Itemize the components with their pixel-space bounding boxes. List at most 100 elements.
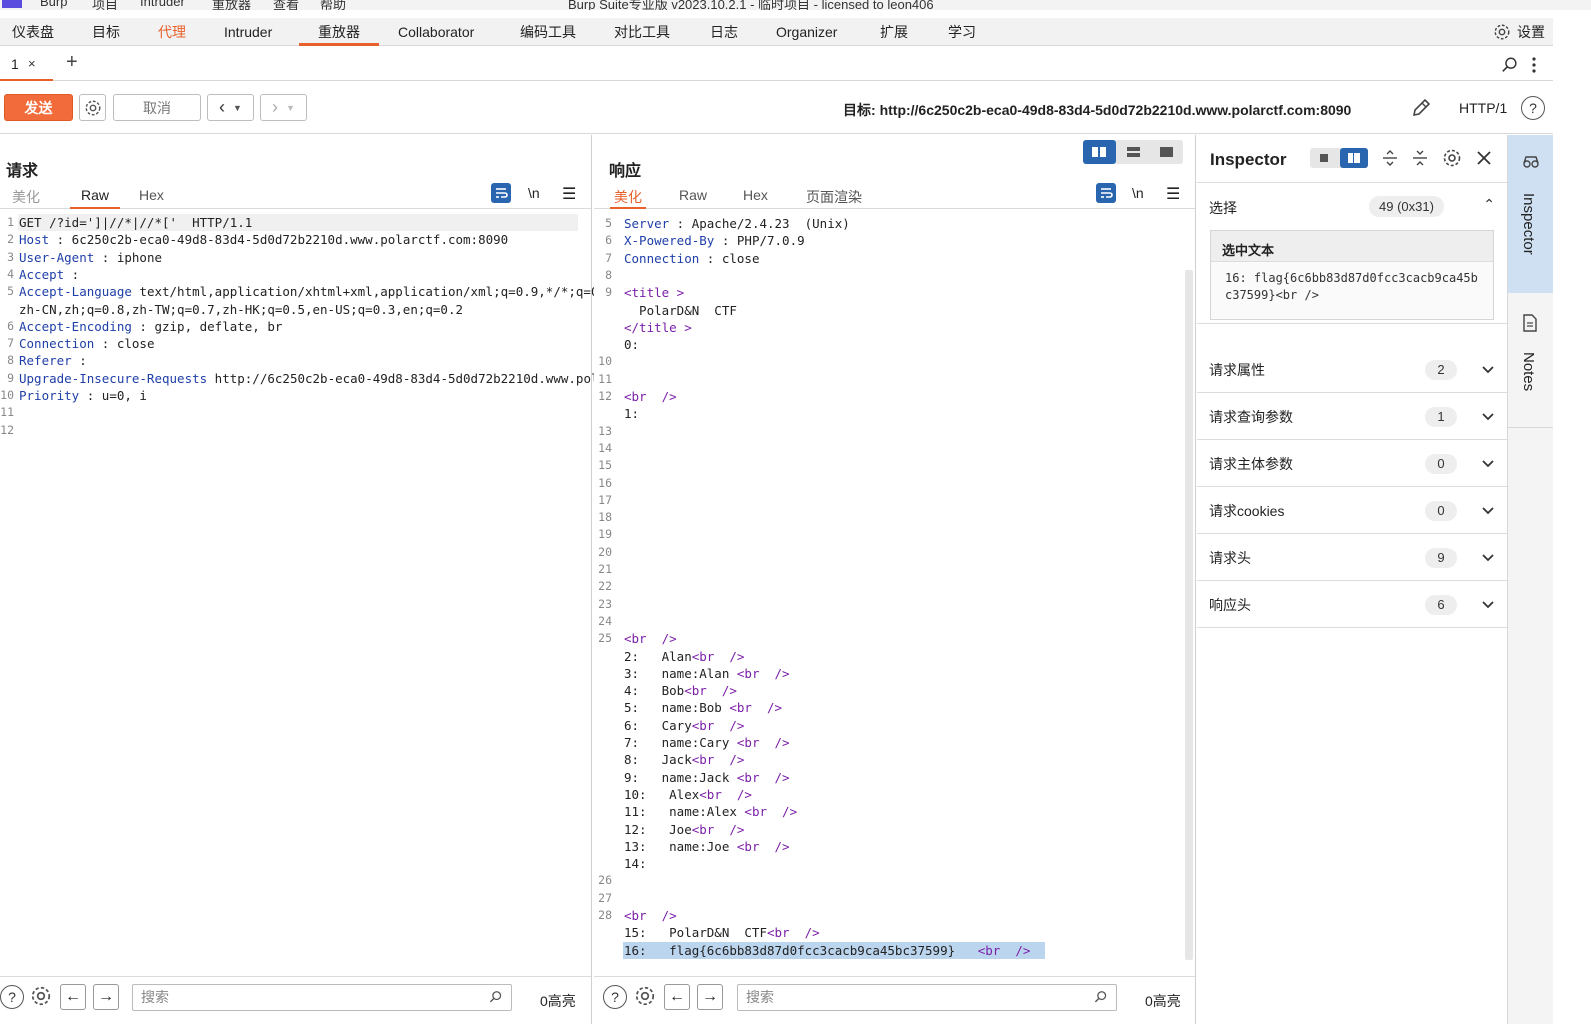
side-rail-inspector-tab[interactable]: Inspector <box>1508 135 1553 293</box>
show-newlines-button[interactable]: \n <box>1132 185 1144 201</box>
tab-learn[interactable]: 学习 <box>936 18 988 46</box>
tab-comparer[interactable]: 对比工具 <box>602 18 682 46</box>
send-button[interactable]: 发送 <box>4 94 73 121</box>
inspector-layout-right-icon[interactable] <box>1340 148 1368 168</box>
header-value: : iphone <box>94 249 162 265</box>
request-tab-pretty[interactable]: 美化 <box>8 187 44 209</box>
help-icon[interactable]: ? <box>1521 96 1545 120</box>
tab-repeater[interactable]: 重放器 <box>299 18 379 46</box>
close-icon[interactable]: × <box>28 56 36 71</box>
history-back-button[interactable]: ‹ ▼ <box>207 94 254 121</box>
code-line: 2: Alan<br /> <box>624 648 744 665</box>
help-icon[interactable]: ? <box>603 985 627 1009</box>
response-tab-render[interactable]: 页面渲染 <box>802 187 866 209</box>
settings-button[interactable]: 设置 <box>1493 18 1545 46</box>
layout-side-by-side-icon[interactable] <box>1083 140 1116 164</box>
response-tab-raw[interactable]: Raw <box>675 187 711 209</box>
title-menu-intruder[interactable]: Intruder <box>140 0 185 9</box>
line-number: 4 <box>7 266 14 281</box>
chevron-down-icon[interactable] <box>1481 503 1495 519</box>
more-vertical-icon[interactable] <box>1530 56 1538 74</box>
request-tab-raw[interactable]: Raw <box>70 187 120 209</box>
tab-logger[interactable]: 日志 <box>698 18 750 46</box>
inspector-layout-left-icon[interactable] <box>1312 150 1336 166</box>
menu-icon[interactable]: ☰ <box>562 184 576 204</box>
title-menu-burp[interactable]: Burp <box>40 0 67 9</box>
history-forward-button[interactable]: › ▼ <box>260 94 307 121</box>
response-tab-pretty[interactable]: 美化 <box>610 187 646 209</box>
tab-proxy[interactable]: 代理 <box>146 18 198 46</box>
line-number: 11 <box>0 405 14 420</box>
side-rail-notes-tab[interactable]: Notes <box>1508 294 1553 428</box>
line-number: 2 <box>7 232 14 247</box>
wrap-lines-icon[interactable] <box>491 183 511 203</box>
chevron-down-icon[interactable] <box>1481 409 1495 425</box>
response-tab-hex[interactable]: Hex <box>739 187 772 209</box>
cancel-button[interactable]: 取消 <box>113 94 201 121</box>
layout-tabs-icon[interactable] <box>1150 140 1183 164</box>
chevron-down-icon[interactable] <box>1481 597 1495 613</box>
html-tag: <br /> <box>691 752 745 768</box>
inspector-section-row[interactable]: 请求cookies 0 <box>1197 488 1507 534</box>
menu-icon[interactable]: ☰ <box>1166 184 1180 204</box>
search-prev-button[interactable]: ← <box>664 984 690 1010</box>
tab-extensions[interactable]: 扩展 <box>868 18 920 46</box>
layout-toggle <box>1083 140 1183 164</box>
response-search-input[interactable]: 搜索 <box>737 984 1117 1011</box>
title-menu-project[interactable]: 项目 <box>92 0 118 10</box>
side-rail-notes-label: Notes <box>1520 352 1537 392</box>
send-options-button[interactable] <box>79 94 106 121</box>
layout-stacked-icon[interactable] <box>1117 140 1150 164</box>
tab-collaborator[interactable]: Collaborator <box>386 18 486 46</box>
header-name: Host <box>19 232 50 248</box>
request-tab-hex[interactable]: Hex <box>135 187 168 209</box>
html-tag: </title > <box>624 319 692 335</box>
selected-text-area[interactable]: 16: flag{6c6bb83d87d0fcc3cacb9ca45bc3759… <box>1211 261 1493 319</box>
close-icon[interactable] <box>1476 150 1492 166</box>
search-icon <box>1094 991 1107 1003</box>
title-menu-help[interactable]: 帮助 <box>320 0 346 10</box>
search-next-button[interactable]: → <box>93 984 119 1010</box>
chevron-down-icon[interactable] <box>1481 362 1495 378</box>
help-icon[interactable]: ? <box>0 985 24 1009</box>
response-scrollbar[interactable] <box>1185 270 1193 960</box>
chevron-down-icon[interactable] <box>1481 456 1495 472</box>
html-tag: <br /> <box>624 631 677 647</box>
search-settings-button[interactable] <box>634 985 656 1010</box>
gear-icon[interactable] <box>1442 148 1462 168</box>
search-next-button[interactable]: → <box>697 984 723 1010</box>
search-settings-button[interactable] <box>30 985 52 1010</box>
expand-all-icon[interactable] <box>1381 149 1399 167</box>
selected-text-box: 选中文本 16: flag{6c6bb83d87d0fcc3cacb9ca45b… <box>1210 230 1494 320</box>
html-tag: <br /> <box>729 700 783 716</box>
tab-target[interactable]: 目标 <box>80 18 132 46</box>
title-menu-view[interactable]: 查看 <box>273 0 299 10</box>
inspector-section-row[interactable]: 请求头 9 <box>1197 535 1507 581</box>
chevron-up-icon[interactable]: ⌃ <box>1483 196 1495 213</box>
search-icon[interactable] <box>1501 56 1519 74</box>
collapse-all-icon[interactable] <box>1411 149 1429 167</box>
repeater-tab-1[interactable]: 1 × <box>0 47 53 81</box>
tab-dashboard[interactable]: 仪表盘 <box>0 18 66 46</box>
html-tag: <br /> <box>624 908 677 923</box>
title-menu-repeater[interactable]: 重放器 <box>212 0 251 10</box>
add-tab-icon[interactable]: + <box>66 51 78 74</box>
tab-decoder[interactable]: 编码工具 <box>508 18 588 46</box>
inspector-section-row[interactable]: 请求主体参数 0 <box>1197 441 1507 487</box>
line-number: 8 <box>7 353 14 368</box>
inspector-section-row[interactable]: 响应头 6 <box>1197 582 1507 628</box>
request-search-input[interactable]: 搜索 <box>132 984 512 1011</box>
burp-logo-icon <box>2 0 22 8</box>
show-newlines-button[interactable]: \n <box>528 185 540 201</box>
inspector-section-count: 2 <box>1425 359 1457 380</box>
tab-intruder[interactable]: Intruder <box>212 18 284 46</box>
inspector-section-row[interactable]: 请求查询参数 1 <box>1197 394 1507 440</box>
tab-organizer[interactable]: Organizer <box>764 18 849 46</box>
inspector-section-row[interactable]: 请求属性 2 <box>1197 347 1507 393</box>
http-version-button[interactable]: HTTP/1 <box>1459 100 1507 116</box>
arrow-left-icon: ← <box>669 988 685 1005</box>
search-prev-button[interactable]: ← <box>60 984 86 1010</box>
edit-target-icon[interactable] <box>1410 97 1432 119</box>
chevron-down-icon[interactable] <box>1481 550 1495 566</box>
wrap-lines-icon[interactable] <box>1096 183 1116 203</box>
